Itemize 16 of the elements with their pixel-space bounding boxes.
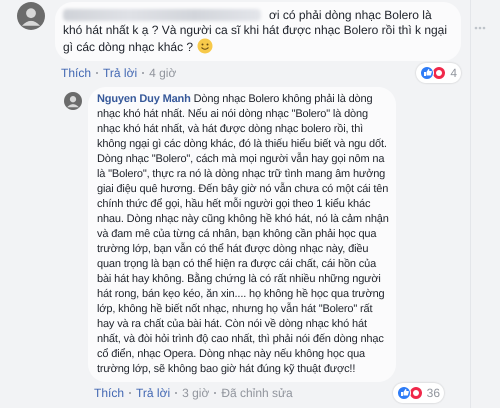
reaction-icon[interactable] bbox=[420, 66, 446, 80]
comment-text: Nguyen Duy Manh Dòng nhạc Bolero không phải là dòng nhạc khó hát nhất. Nếu ai nói dòng nhạc "Bolero" là dòng nhạc khó hát nhất, và hát được dòng nhạc bolero rồi, thì không ngại gì các dòng khác, đó là thiếu hiểu biết và ngu dốt. Dòng nhạc "Bolero", cách mà mọi người vẫn hay gọi nôm na là "Bolero", thực ra nó là dòng nhạc trữ tình mang âm hưởng giai điệu quê hương. Đến bây giờ nó vẫn chưa có một cái tên chính thức để gọi, hầu hết mỗi người gọi theo 1 kiểu khác nhau. Dòng nhạc này cũng không hề khó hát, nó là cảm nhận và đam mê của từng cá nhân, bạn không cần phải học qua trường lớp, bạn vẫn có thể hát được dòng nhạc này, điều quan trọng là bạn có thể hiện ra được cái chất, cái hồn của bài hát hay không. Bằng chứng là có rất nhiều những người hát rong, bán kẹo kéo, ăn xin.... họ không hề học qua trường lớp, không hề biết nốt nhạc, nhưng họ vẫn hát "Bolero" rất hay và ra chất của bài hát. Còn nói về dòng nhạc khó hát nhất, và đòi hỏi trình độ cao nhất, thì phải nói đến dòng nhạc cổ điển, nhạc Opera. Dòng nhạc này nếu không học qua trường lớp, sẽ không bao giờ hát đúng kỹ thuật được!! bbox=[97, 92, 390, 377]
like-link[interactable]: Thích bbox=[61, 64, 92, 82]
reply-link[interactable]: Trả lời bbox=[136, 384, 170, 402]
comment-text: ơi có phải dòng nhạc Bolero là khó hát nhất k ạ ? Và người ca sĩ khi hát được nhạc Bolero rồi thì k ngại gì các dòng nhạc khác ? bbox=[63, 8, 448, 55]
reply-link[interactable]: Trả lời bbox=[103, 64, 138, 82]
edited-label[interactable]: Đã chỉnh sửa bbox=[221, 384, 293, 402]
reaction-icon[interactable] bbox=[396, 386, 423, 400]
reaction-count: 36 bbox=[426, 385, 440, 402]
like-link[interactable]: Thích bbox=[94, 384, 124, 402]
timestamp[interactable]: 3 giờ bbox=[182, 384, 210, 402]
author-name[interactable]: Nguyen Duy Manh bbox=[97, 93, 191, 105]
timestamp[interactable]: 4 giờ bbox=[149, 64, 176, 82]
avatar-icon[interactable] bbox=[17, 2, 45, 30]
avatar-icon[interactable] bbox=[64, 92, 82, 110]
reaction-count: 4 bbox=[450, 65, 457, 82]
